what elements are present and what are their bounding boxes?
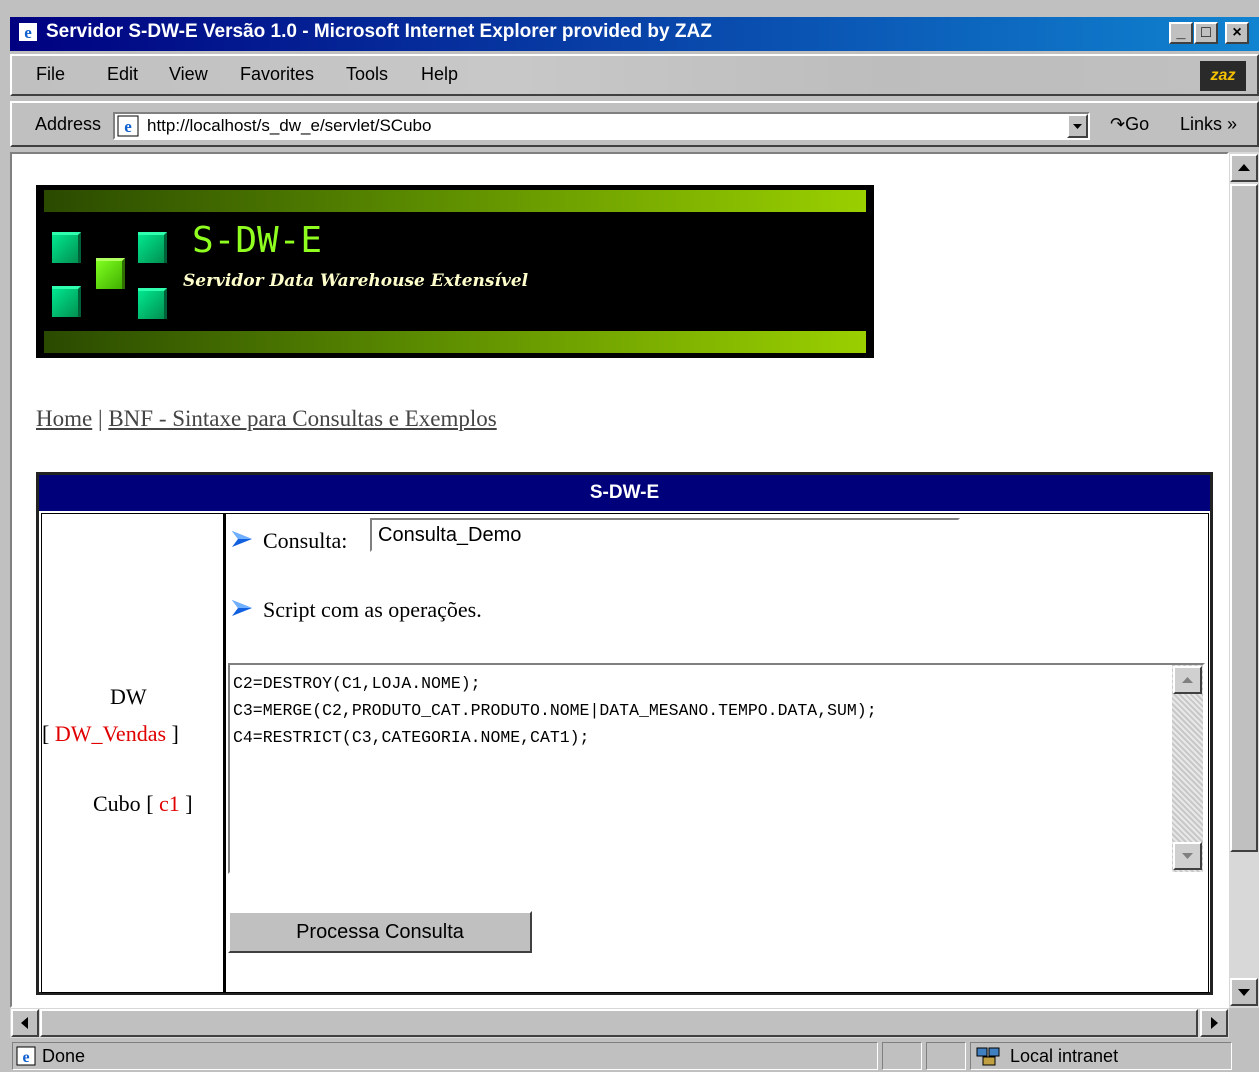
svg-text:e: e xyxy=(124,117,132,136)
info-cell xyxy=(41,513,224,993)
close-button[interactable]: × xyxy=(1225,22,1249,44)
address-label: Address xyxy=(35,114,102,134)
menu-view[interactable]: View xyxy=(169,64,208,85)
cubo-open-bracket: [ xyxy=(146,791,154,816)
page-hscroll-thumb[interactable] xyxy=(40,1009,1198,1037)
consulta-input[interactable]: Consulta_Demo xyxy=(370,518,960,552)
processa-consulta-button[interactable]: Processa Consulta xyxy=(228,911,532,953)
page-icon: e xyxy=(117,115,139,137)
status-text-panel xyxy=(12,1042,878,1070)
links-label: Links xyxy=(1180,114,1223,134)
consulta-label: Consulta: xyxy=(263,528,348,553)
script-scroll-up-button[interactable] xyxy=(1173,666,1202,694)
links-button[interactable]: Links » xyxy=(1180,114,1237,135)
status-text: Done xyxy=(42,1046,86,1066)
svg-text:e: e xyxy=(22,1049,29,1066)
menu-help[interactable]: Help xyxy=(421,64,458,85)
bnf-link[interactable]: BNF - Sintaxe para Consultas e Exemplos xyxy=(108,406,496,431)
menu-edit[interactable]: Edit xyxy=(107,64,138,85)
page-scroll-down-button[interactable] xyxy=(1230,978,1258,1006)
cube-icon xyxy=(138,232,167,263)
zone-label: Local intranet xyxy=(1010,1046,1119,1066)
zaz-logo: zaz xyxy=(1200,61,1246,91)
nav-links: Home | BNF - Sintaxe para Consultas e Ex… xyxy=(36,406,497,432)
menu-tools[interactable]: Tools xyxy=(346,64,388,85)
svg-text:e: e xyxy=(24,23,32,42)
script-text: C2=DESTROY(C1,LOJA.NOME); C3=MERGE(C2,PR… xyxy=(233,674,877,747)
page-scroll-thumb[interactable] xyxy=(1230,184,1258,852)
triangle-right-icon xyxy=(1211,1017,1218,1029)
nav-separator: | xyxy=(97,406,103,431)
triangle-down-icon xyxy=(1238,989,1250,996)
page-scroll-right-button[interactable] xyxy=(1200,1009,1228,1037)
home-link[interactable]: Home xyxy=(36,406,92,431)
banner-title: S-DW-E xyxy=(192,220,323,261)
maximize-button[interactable]: □ xyxy=(1194,22,1218,44)
ie-icon: e xyxy=(19,23,37,42)
window-title: Servidor S-DW-E Versão 1.0 - Microsoft I… xyxy=(46,21,712,42)
maximize-icon: □ xyxy=(1201,24,1211,41)
go-arrow-icon: ↷ xyxy=(1110,114,1126,134)
triangle-up-icon xyxy=(1182,677,1193,683)
script-scroll-down-button[interactable] xyxy=(1173,842,1202,870)
cube-icon xyxy=(52,232,81,263)
triangle-up-icon xyxy=(1238,164,1250,171)
chevron-right-icon: » xyxy=(1222,114,1238,134)
dw-value: DW_Vendas xyxy=(54,721,167,746)
address-url: http://localhost/s_dw_e/servlet/SCubo xyxy=(147,116,432,135)
banner-subtitle: Servidor Data Warehouse Extensível xyxy=(183,271,529,291)
menu-file[interactable]: File xyxy=(36,64,65,85)
minimize-button[interactable]: _ xyxy=(1169,22,1193,44)
ie-page-icon: e xyxy=(16,1046,36,1066)
page-scroll-up-button[interactable] xyxy=(1230,154,1258,182)
script-scrollbar[interactable] xyxy=(1172,665,1203,872)
cube-icon xyxy=(96,258,125,289)
close-icon: × xyxy=(1232,24,1242,41)
dw-value-line: [ DW_Vendas ] xyxy=(42,721,179,747)
arrow-bullet-icon xyxy=(232,531,252,547)
status-panel xyxy=(882,1042,922,1070)
go-label: Go xyxy=(1125,114,1150,134)
table-header: S-DW-E xyxy=(39,475,1210,511)
banner-bottom-stripe xyxy=(44,331,866,353)
triangle-down-icon xyxy=(1182,853,1193,859)
dw-close-bracket: ] xyxy=(171,721,179,746)
triangle-left-icon xyxy=(21,1017,28,1029)
minimize-icon: _ xyxy=(1176,24,1186,41)
page-scroll-left-button[interactable] xyxy=(11,1009,39,1037)
chevron-down-icon xyxy=(1073,124,1082,129)
cubo-label: Cubo xyxy=(93,791,141,816)
cube-icon xyxy=(52,286,81,317)
go-button[interactable]: ↷Go xyxy=(1110,114,1149,135)
cubo-line: Cubo [ c1 ] xyxy=(93,791,193,817)
cubo-value: c1 xyxy=(159,791,180,816)
menu-favorites[interactable]: Favorites xyxy=(240,64,314,85)
intranet-icon xyxy=(976,1047,1000,1066)
status-panel xyxy=(926,1042,966,1070)
dw-label: DW xyxy=(110,684,147,709)
banner-top-stripe xyxy=(44,190,866,212)
dw-open-bracket: [ xyxy=(42,721,50,746)
cubo-close-bracket: ] xyxy=(185,791,193,816)
address-dropdown-button[interactable] xyxy=(1067,114,1088,138)
script-label: Script com as operações. xyxy=(263,597,482,622)
arrow-bullet-icon xyxy=(232,600,252,616)
cube-icon xyxy=(138,288,167,319)
